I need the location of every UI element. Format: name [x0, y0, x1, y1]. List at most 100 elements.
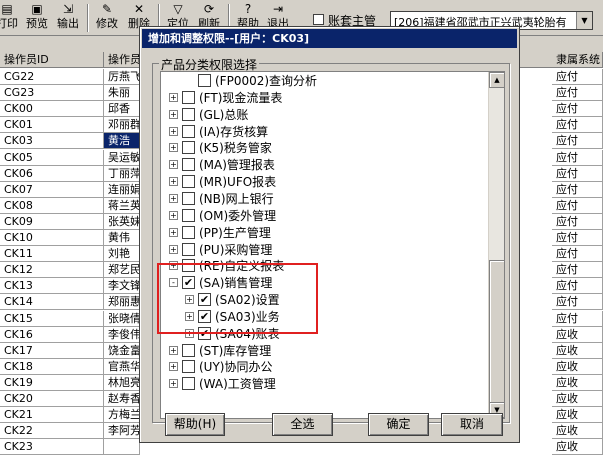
tree-scrollbar[interactable]: ▲ ▼ — [488, 72, 504, 418]
filter-icon: ▽ — [173, 2, 183, 16]
exit-icon: ⇥ — [272, 2, 284, 16]
ok-button[interactable]: 确定 — [368, 413, 429, 436]
cell-name: 蒋兰英 — [104, 197, 140, 214]
print-button[interactable]: ▤ 打印 — [0, 1, 22, 34]
cell-system: 应付 — [552, 149, 603, 166]
cell-system: 应收 — [552, 423, 603, 440]
expand-icon[interactable]: + — [169, 193, 178, 203]
cell-name: 邱香 — [104, 101, 140, 118]
cell-system: 应收 — [552, 374, 603, 391]
expand-icon[interactable]: + — [169, 160, 178, 170]
expand-icon[interactable]: + — [169, 92, 178, 102]
cell-name: 郑丽惠 — [104, 294, 140, 311]
cell-system: 应付 — [552, 117, 603, 134]
tree-checkbox[interactable] — [182, 141, 195, 155]
cell-id: CK03 — [0, 133, 104, 150]
edit-icon: ✎ — [101, 2, 113, 16]
cell-id: CK11 — [0, 246, 104, 263]
cell-name: 刘艳 — [104, 246, 140, 263]
tree-checkbox[interactable] — [182, 377, 195, 391]
cell-name: 赵寿香 — [104, 391, 140, 407]
cell-id: CK22 — [0, 423, 104, 440]
cell-system: 应付 — [552, 213, 603, 230]
tree-node-label: (FP0002)查询分析 — [215, 74, 318, 88]
annotation-highlight-box — [157, 263, 318, 334]
cell-system: 应付 — [552, 165, 603, 182]
scroll-up-icon[interactable]: ▲ — [489, 72, 504, 88]
cell-name: 邓丽群 — [104, 117, 140, 134]
expand-icon[interactable]: + — [169, 126, 178, 136]
preview-button[interactable]: ▣ 预览 — [22, 1, 52, 34]
tree-checkbox[interactable] — [182, 343, 195, 357]
tree-checkbox[interactable] — [182, 242, 195, 256]
preview-icon: ▣ — [31, 2, 43, 16]
cell-id: CK20 — [0, 391, 104, 407]
help-button[interactable]: 帮助(H) — [165, 413, 225, 436]
chevron-down-icon[interactable]: ▼ — [576, 12, 592, 29]
cell-system: 应付 — [552, 197, 603, 214]
permission-dialog: 增加和调整权限--[用户：CK03] 产品分类权限选择 (FP0002)查询分析… — [139, 26, 520, 443]
cell-name: 厉燕飞 — [104, 69, 140, 85]
cell-system: 应收 — [552, 326, 603, 343]
cell-id: CK14 — [0, 294, 104, 311]
edit-button[interactable]: ✎ 修改 — [92, 1, 122, 34]
cell-system: 应付 — [552, 133, 603, 150]
cell-id: CK00 — [0, 101, 104, 118]
tree-checkbox[interactable] — [198, 74, 211, 87]
tree-checkbox[interactable] — [182, 124, 195, 138]
select-all-button[interactable]: 全选 — [272, 413, 333, 436]
column-header-name[interactable]: 操作员 — [104, 52, 140, 68]
tree-checkbox[interactable] — [182, 175, 195, 189]
expand-icon[interactable]: + — [169, 210, 178, 220]
tree-node-label: (PU)采购管理 — [199, 242, 273, 257]
cell-system: 应付 — [552, 262, 603, 279]
cell-id: CK08 — [0, 197, 104, 214]
cancel-button[interactable]: 取消 — [441, 413, 503, 436]
expand-icon[interactable]: + — [169, 362, 178, 372]
cell-id: CK07 — [0, 181, 104, 198]
delete-icon: ✕ — [133, 2, 145, 16]
expand-icon[interactable]: + — [169, 227, 178, 237]
tree-node-label: (OM)委外管理 — [199, 208, 277, 223]
tree-checkbox[interactable] — [182, 158, 195, 172]
cell-name: 方梅兰 — [104, 407, 140, 424]
account-master-checkbox[interactable] — [313, 14, 324, 25]
tree-node-label: (GL)总账 — [199, 107, 249, 122]
cell-system: 应付 — [552, 69, 603, 85]
cell-name: 朱丽 — [104, 85, 140, 102]
tree-checkbox[interactable] — [182, 107, 195, 121]
cell-name: 李阿芳 — [104, 423, 140, 440]
cell-system: 应付 — [552, 278, 603, 295]
expand-icon[interactable]: + — [169, 109, 178, 119]
tree-node-label: (MA)管理报表 — [199, 158, 275, 173]
cell-system: 应收 — [552, 407, 603, 424]
cell-name: 吴运敏 — [104, 149, 140, 166]
cell-name: 连丽娟 — [104, 181, 140, 198]
scroll-thumb[interactable] — [489, 260, 504, 410]
export-button[interactable]: ⇲ 输出 — [53, 1, 83, 34]
tree-checkbox[interactable] — [182, 208, 195, 222]
cell-system: 应付 — [552, 246, 603, 263]
cell-id: CK10 — [0, 230, 104, 246]
cell-name: 饶金富 — [104, 342, 140, 359]
cell-name: 林旭亮 — [104, 374, 140, 391]
expand-icon[interactable]: + — [169, 345, 178, 355]
tree-checkbox[interactable] — [182, 225, 195, 239]
column-header-system[interactable]: 隶属系统 — [552, 52, 603, 68]
cell-system: 应收 — [552, 358, 603, 375]
expand-icon[interactable]: + — [169, 244, 178, 254]
tree-checkbox[interactable] — [182, 90, 195, 104]
tree-checkbox[interactable] — [182, 191, 195, 205]
cell-system: 应收 — [552, 342, 603, 359]
column-header-id[interactable]: 操作员ID — [0, 52, 104, 68]
cell-system: 应付 — [552, 310, 603, 327]
cell-name: 黄伟 — [104, 230, 140, 246]
cell-system: 应收 — [552, 439, 603, 456]
refresh-icon: ⟳ — [203, 2, 215, 16]
expand-icon[interactable]: + — [169, 177, 178, 187]
cell-name: 张英妹 — [104, 213, 140, 230]
tree-checkbox[interactable] — [182, 360, 195, 374]
expand-icon[interactable]: + — [169, 379, 178, 389]
expand-icon[interactable]: + — [169, 143, 178, 153]
cell-id: CG22 — [0, 69, 104, 85]
